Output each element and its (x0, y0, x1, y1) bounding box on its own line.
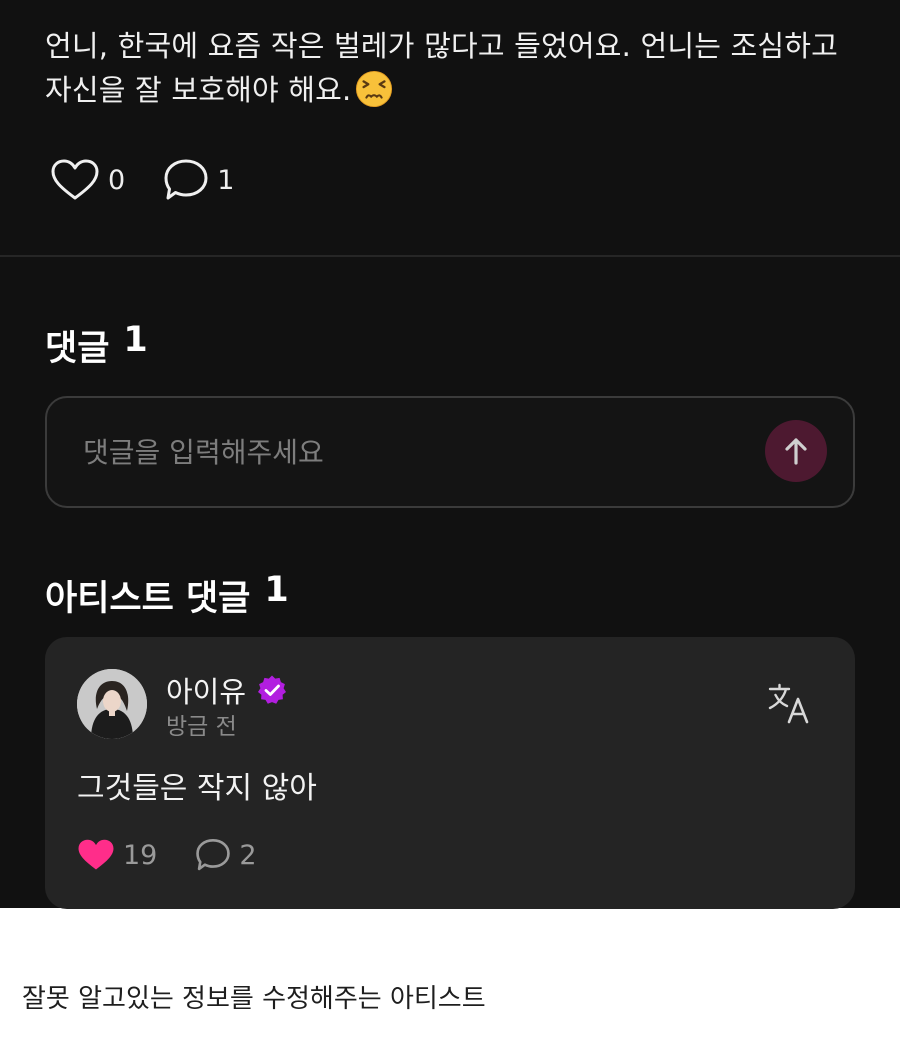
artist-photo (77, 669, 147, 739)
comment-actions: 19 2 (77, 835, 295, 875)
comment-like-button[interactable]: 19 (77, 838, 157, 872)
translate-icon[interactable] (767, 683, 811, 725)
artist-comments-count: 1 (264, 570, 289, 610)
artist-comments-heading: 아티스트 댓글 1 (45, 570, 289, 621)
comments-count: 1 (123, 320, 148, 360)
comment-author: 아이유 (166, 669, 288, 711)
arrow-up-icon (785, 438, 807, 465)
comment-body: 그것들은 작지 않아 (77, 771, 317, 806)
comment-button[interactable]: 1 (163, 158, 234, 202)
verified-badge-icon (258, 675, 287, 704)
like-button[interactable]: 0 (50, 158, 125, 202)
artist-comment-card: 아이유 방금 전 그것들은 작지 않아 19 2 (45, 637, 855, 909)
comment-input-box (45, 396, 855, 508)
like-count: 0 (108, 164, 126, 196)
comment-reply-count: 2 (239, 839, 257, 871)
comment-bubble-icon (196, 839, 231, 871)
comment-bubble-icon (164, 159, 208, 200)
artist-comments-title: 아티스트 댓글 (45, 579, 251, 619)
comments-title: 댓글 (45, 329, 110, 369)
comments-heading: 댓글 1 (45, 320, 148, 371)
post-body: 언니, 한국에 요즘 작은 벌레가 많다고 들었어요. 언니는 조심하고 자신을… (45, 24, 865, 112)
app-screen: 언니, 한국에 요즘 작은 벌레가 많다고 들었어요. 언니는 조심하고 자신을… (0, 0, 900, 909)
send-comment-button[interactable] (765, 420, 827, 482)
author-name[interactable]: 아이유 (166, 669, 246, 711)
post-actions: 0 1 (50, 158, 272, 202)
avatar[interactable] (77, 669, 147, 739)
comment-timestamp: 방금 전 (166, 714, 237, 740)
persevering-face-emoji-icon (356, 70, 393, 108)
caption-text: 잘못 알고있는 정보를 수정해주는 아티스트 (22, 984, 486, 1014)
comment-count: 1 (217, 164, 235, 196)
post-text: 언니, 한국에 요즘 작은 벌레가 많다고 들었어요. 언니는 조심하고 자신을… (45, 29, 839, 107)
comment-reply-button[interactable]: 2 (195, 838, 257, 872)
comment-input[interactable] (83, 428, 723, 476)
comment-like-count: 19 (123, 839, 158, 871)
heart-outline-icon (51, 159, 99, 200)
heart-filled-icon (78, 839, 114, 870)
section-divider (0, 255, 900, 257)
